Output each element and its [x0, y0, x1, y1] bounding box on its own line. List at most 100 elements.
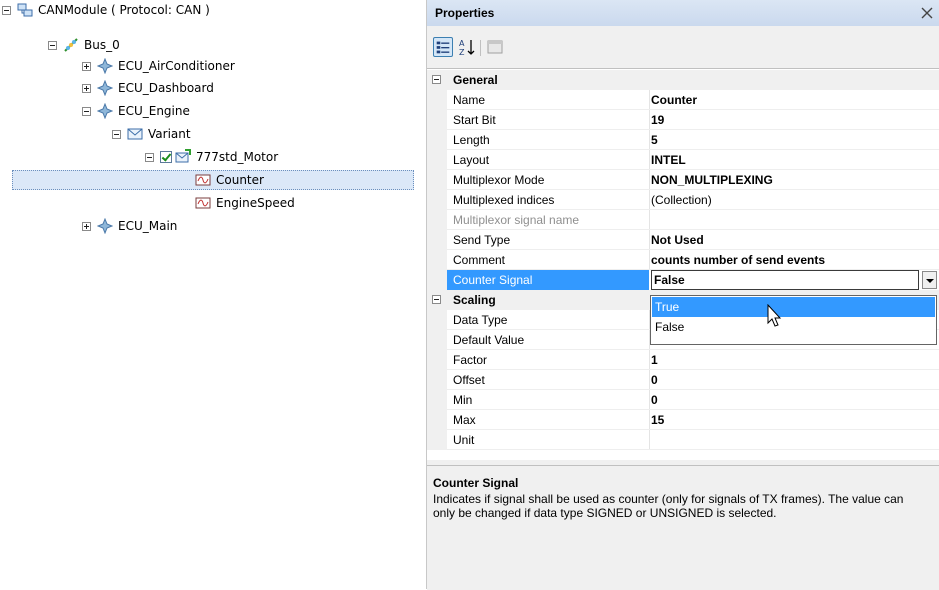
prop-value[interactable]: 0 — [651, 390, 939, 410]
prop-row-min[interactable]: Min 0 — [427, 390, 939, 410]
prop-row-send-type[interactable]: Send Type Not Used — [427, 230, 939, 250]
signal-icon — [195, 174, 211, 186]
tree-item-enginespeed[interactable]: EngineSpeed — [195, 193, 295, 213]
prop-row-length[interactable]: Length 5 — [427, 130, 939, 150]
prop-name: Min — [453, 393, 473, 407]
collapse-icon[interactable] — [145, 152, 154, 162]
prop-row-name[interactable]: Name Counter — [427, 90, 939, 110]
alphabetical-icon[interactable]: A Z — [457, 37, 477, 57]
expand-icon[interactable] — [82, 83, 91, 93]
tree-item-label: Bus_0 — [84, 38, 120, 52]
prop-value[interactable]: 5 — [651, 130, 939, 150]
module-icon — [17, 3, 33, 17]
tree-item-777std-motor[interactable]: 777std_Motor — [145, 147, 278, 167]
prop-value[interactable]: 15 — [651, 410, 939, 430]
prop-name: Factor — [453, 353, 488, 367]
prop-name: Unit — [453, 433, 475, 447]
tree-item-bus[interactable]: Bus_0 — [48, 35, 120, 55]
prop-value[interactable]: counts number of send events — [651, 250, 939, 270]
signal-icon — [195, 197, 211, 209]
prop-name: Data Type — [453, 313, 508, 327]
prop-name: Counter Signal — [447, 270, 649, 290]
prop-value[interactable]: INTEL — [651, 150, 939, 170]
prop-row-multiplexed-indices[interactable]: Multiplexed indices (Collection) — [427, 190, 939, 210]
tree-item-ecu-main[interactable]: ECU_Main — [82, 216, 177, 236]
prop-row-factor[interactable]: Factor 1 — [427, 350, 939, 370]
prop-value[interactable]: 1 — [651, 350, 939, 370]
svg-text:A: A — [459, 39, 465, 48]
prop-value[interactable] — [651, 430, 939, 450]
tree-item-counter[interactable]: Counter — [195, 170, 264, 190]
counter-signal-dropdown-list[interactable]: True False — [650, 295, 937, 345]
prop-name: Name — [453, 93, 486, 107]
prop-value[interactable]: 19 — [651, 110, 939, 130]
tree-item-ecu-dashboard[interactable]: ECU_Dashboard — [82, 78, 214, 98]
prop-value[interactable]: Not Used — [651, 230, 939, 250]
collapse-icon[interactable] — [48, 40, 57, 50]
property-pages-icon[interactable] — [485, 37, 505, 57]
project-tree[interactable]: CANModule ( Protocol: CAN ) Bus_0 ECU_Ai… — [0, 0, 427, 589]
ecu-icon — [97, 103, 113, 119]
prop-row-offset[interactable]: Offset 0 — [427, 370, 939, 390]
dropdown-arrow-icon[interactable] — [922, 271, 937, 289]
collapse-icon[interactable] — [432, 75, 441, 84]
prop-row-multiplexor-mode[interactable]: Multiplexor Mode NON_MULTIPLEXING — [427, 170, 939, 190]
prop-name: Length — [453, 133, 490, 147]
close-icon[interactable] — [919, 5, 935, 21]
counter-signal-select[interactable]: False — [651, 270, 919, 290]
properties-toolbar: A Z — [427, 28, 939, 66]
collapse-icon[interactable] — [432, 295, 441, 304]
expand-icon[interactable] — [82, 61, 91, 71]
prop-value[interactable]: NON_MULTIPLEXING — [651, 170, 939, 190]
tree-item-label: ECU_Main — [118, 219, 178, 233]
prop-row-unit[interactable]: Unit — [427, 430, 939, 450]
frame-icon — [175, 149, 191, 163]
prop-name: Default Value — [453, 333, 525, 347]
collapse-icon[interactable] — [82, 106, 91, 116]
dropdown-option-true[interactable]: True — [652, 297, 935, 317]
tree-item-label: EngineSpeed — [216, 196, 295, 210]
tree-item-label: Variant — [148, 127, 191, 141]
description-title: Counter Signal — [433, 476, 519, 490]
tree-item-label: CANModule ( Protocol: CAN ) — [38, 3, 210, 17]
ecu-icon — [97, 218, 113, 234]
prop-name: Multiplexed indices — [453, 193, 555, 207]
prop-value — [651, 210, 939, 230]
property-grid[interactable]: General Name Counter Start Bit 19 Length… — [427, 68, 939, 460]
prop-row-start-bit[interactable]: Start Bit 19 — [427, 110, 939, 130]
prop-name: Offset — [453, 373, 485, 387]
category-label: Scaling — [453, 293, 496, 307]
expand-icon[interactable] — [82, 221, 91, 231]
prop-value[interactable]: Counter — [651, 90, 939, 110]
properties-title-bar: Properties — [427, 0, 939, 26]
tree-item-label: ECU_AirConditioner — [118, 59, 235, 73]
category-label: General — [453, 73, 498, 87]
tree-item-label: ECU_Engine — [118, 104, 190, 118]
tree-item-ecu-airconditioner[interactable]: ECU_AirConditioner — [82, 56, 235, 76]
collapse-icon[interactable] — [2, 5, 11, 15]
prop-row-multiplexor-signal-name[interactable]: Multiplexor signal name — [427, 210, 939, 230]
properties-title: Properties — [435, 6, 495, 20]
toolbar-separator — [480, 40, 481, 56]
tree-item-canmodule[interactable]: CANModule ( Protocol: CAN ) — [2, 0, 210, 20]
ecu-icon — [97, 80, 113, 96]
tree-item-ecu-engine[interactable]: ECU_Engine — [82, 101, 190, 121]
prop-row-max[interactable]: Max 15 — [427, 410, 939, 430]
prop-name: Send Type — [453, 233, 511, 247]
prop-value[interactable]: (Collection) — [651, 190, 939, 210]
categorized-icon[interactable] — [433, 37, 453, 57]
prop-row-counter-signal[interactable]: Counter Signal False — [427, 270, 939, 290]
collapse-icon[interactable] — [112, 129, 121, 139]
tree-item-variant[interactable]: Variant — [112, 124, 191, 144]
prop-row-comment[interactable]: Comment counts number of send events — [427, 250, 939, 270]
prop-name: Multiplexor signal name — [453, 213, 580, 227]
category-general[interactable]: General — [427, 70, 939, 90]
dropdown-option-false[interactable]: False — [652, 317, 935, 337]
prop-name: Start Bit — [453, 113, 496, 127]
tree-item-label: 777std_Motor — [196, 150, 279, 164]
prop-row-layout[interactable]: Layout INTEL — [427, 150, 939, 170]
prop-name: Layout — [453, 153, 490, 167]
description-text: Indicates if signal shall be used as cou… — [433, 492, 904, 520]
prop-value[interactable]: 0 — [651, 370, 939, 390]
frame-enabled-checkbox[interactable] — [160, 151, 172, 163]
